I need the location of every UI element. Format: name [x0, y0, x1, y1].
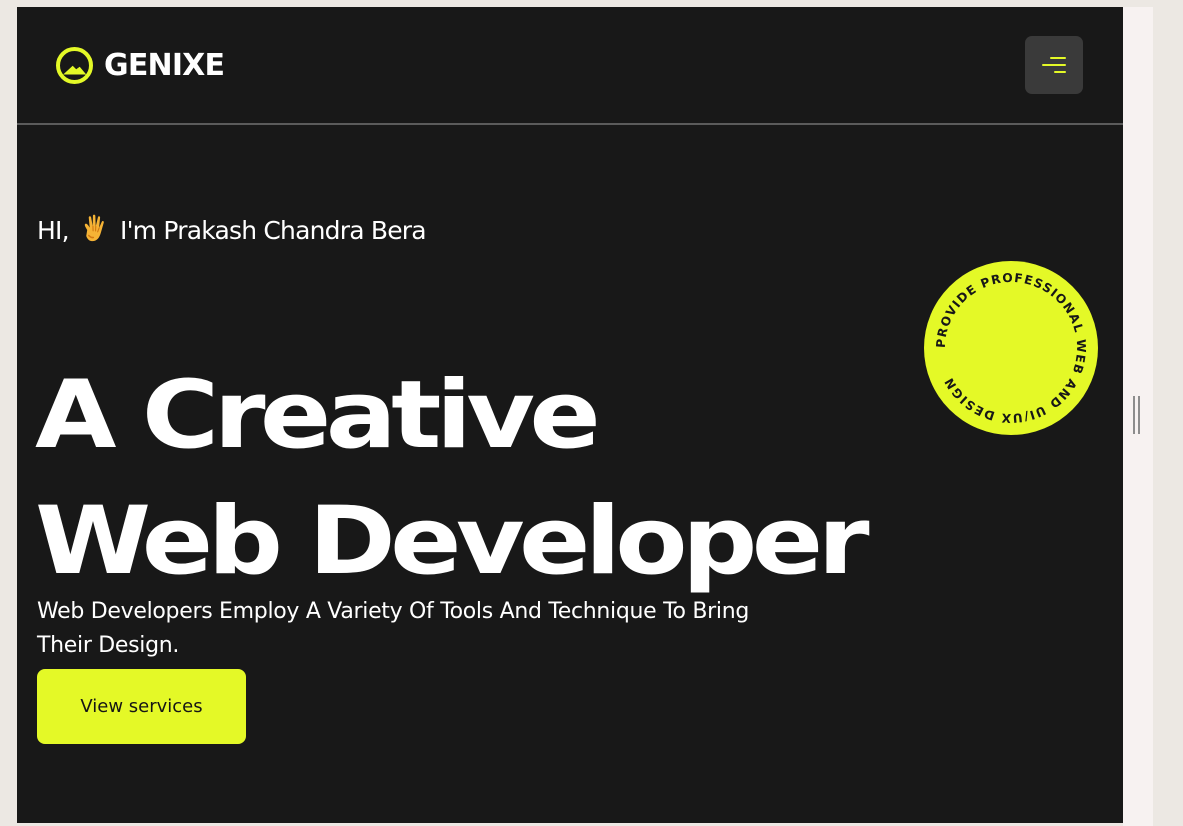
portfolio-page: GENIXE HI, I'm Prakash Chandra Bera A Cr…	[17, 7, 1123, 823]
circular-service-badge: PROVIDE PROFESSIONAL WEB AND UI/UX DESIG…	[924, 261, 1098, 435]
greeting-name: I'm Prakash Chandra Bera	[120, 216, 427, 245]
headline-line-1: A Creative	[35, 360, 601, 470]
greeting-prefix: HI,	[37, 216, 70, 245]
hamburger-menu-icon	[1042, 57, 1066, 73]
hero-greeting: HI, I'm Prakash Chandra Bera	[37, 213, 427, 248]
view-services-button[interactable]: View services	[37, 669, 246, 744]
menu-button[interactable]	[1025, 36, 1083, 94]
brand-logo[interactable]: GENIXE	[55, 46, 225, 85]
site-header: GENIXE	[17, 7, 1123, 125]
hero-headline: A Creative Web Developer	[35, 353, 870, 605]
headline-line-2: Web Developer	[35, 486, 870, 596]
hero-description: Web Developers Employ A Variety Of Tools…	[37, 599, 750, 658]
circle-mountain-logo-icon	[56, 47, 93, 84]
vertical-resize-handle-icon[interactable]	[1133, 396, 1141, 434]
brand-name: GENIXE	[104, 47, 225, 83]
waving-hand-icon	[84, 214, 104, 242]
